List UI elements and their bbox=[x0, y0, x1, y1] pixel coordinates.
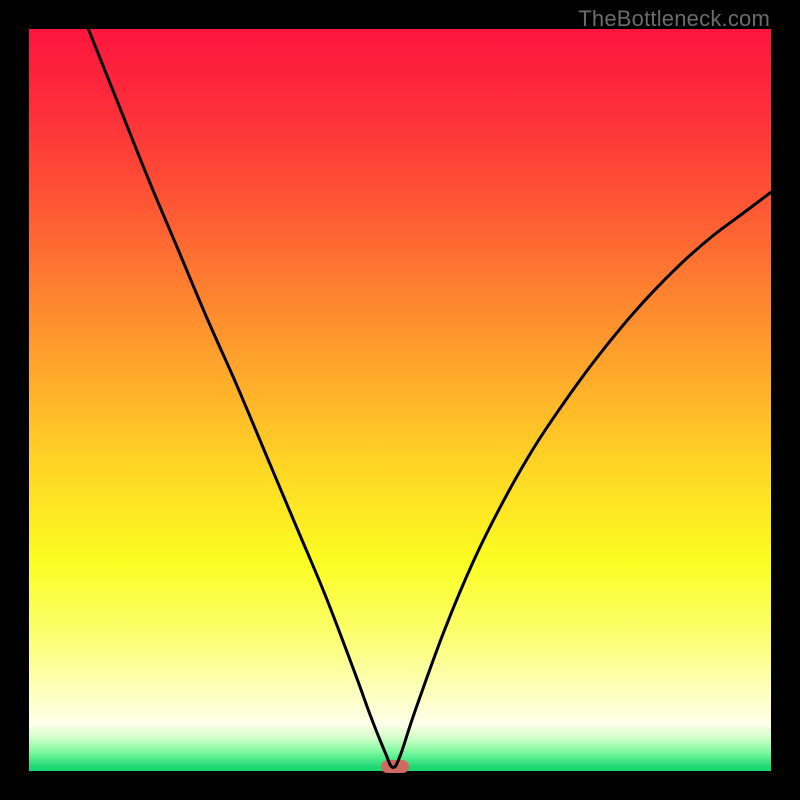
chart-frame bbox=[29, 29, 771, 771]
gradient-background bbox=[29, 29, 771, 771]
watermark-text: TheBottleneck.com bbox=[578, 6, 770, 32]
optimal-marker bbox=[381, 760, 409, 773]
